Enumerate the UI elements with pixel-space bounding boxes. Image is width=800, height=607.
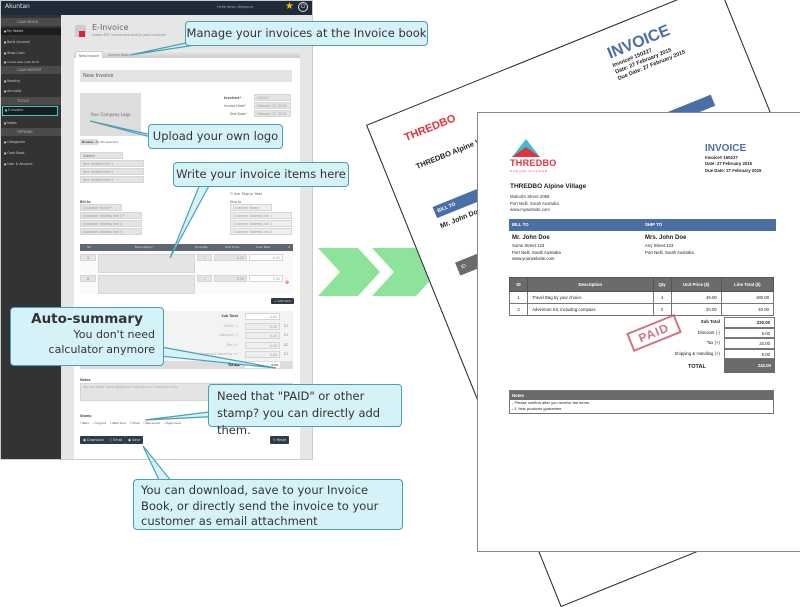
company-name: THREDBO Alpine Village bbox=[510, 183, 587, 190]
callout-write: Write your invoice items here bbox=[173, 162, 349, 187]
ship-address: Any Street 123 Port Neill, South Australi… bbox=[645, 243, 694, 256]
notes-line-2: - 1 Year products guarantee bbox=[512, 406, 562, 411]
table-cell: 40.00 bbox=[720, 303, 775, 316]
company-address: Malcolm Street 2058 Port Neill, South Aus… bbox=[510, 194, 559, 214]
chevron-1 bbox=[318, 248, 380, 296]
invoice-page-front: THREDBO ALPINE VILLAGE THREDBO Alpine Vi… bbox=[477, 112, 800, 552]
items-header-cell: Unit Price ($) bbox=[670, 277, 722, 292]
table-cell: 2 bbox=[508, 303, 529, 316]
items-header-cell: Line Total ($) bbox=[720, 277, 775, 292]
callout-download: You can download, save to your Invoice B… bbox=[133, 479, 403, 530]
paid-stamp: PAID bbox=[626, 314, 682, 352]
table-cell: 4 bbox=[652, 291, 672, 304]
invoice-meta: Invoice# 150227 Date: 27 February 2015 Due… bbox=[705, 155, 761, 174]
total-row-label: Tax (+) bbox=[706, 340, 720, 345]
grand-total-label: TOTAL bbox=[688, 364, 706, 370]
total-row-label: Sub Total bbox=[700, 319, 720, 324]
items-table-header: ID Description Qty Unit Price ($) Line Total… bbox=[508, 277, 775, 292]
items-header-cell: Description bbox=[527, 277, 654, 292]
notes-heading: Notes bbox=[510, 391, 773, 400]
total-row-value: 5.00 bbox=[724, 327, 775, 338]
callout-stamp: Need that "PAID" or other stamp? you can… bbox=[208, 384, 402, 437]
total-row-value: 220.00 bbox=[724, 317, 775, 328]
callout-upload: Upload your own logo bbox=[148, 124, 283, 149]
bill-line-3: www.yourwebsite.com bbox=[512, 256, 555, 261]
table-cell: 45.00 bbox=[670, 291, 722, 304]
pointer-download bbox=[142, 445, 174, 483]
ship-name: Mrs. John Doe bbox=[645, 235, 687, 241]
back-logo-text: THREDBO bbox=[402, 112, 458, 144]
callout-auto-summary: Auto-summary You don't need calculator a… bbox=[10, 307, 164, 366]
auto-summary-title: Auto-summary bbox=[31, 311, 143, 327]
invoice-due-date: Due Date: 27 February 2015 bbox=[705, 167, 762, 173]
total-row-value: 22.00 bbox=[724, 338, 775, 349]
company-line-3: www.mywebsite.com bbox=[510, 207, 550, 212]
ship-to-heading: SHIP TO bbox=[645, 222, 663, 227]
table-cell: 2 bbox=[652, 303, 672, 316]
total-row-value: 5.00 bbox=[724, 348, 775, 359]
total-row-label: Discount (-) bbox=[697, 329, 720, 335]
grand-total-value: 242.00 bbox=[724, 359, 775, 373]
items-header-cell: Qty bbox=[652, 277, 672, 292]
table-cell: 20.00 bbox=[670, 303, 722, 316]
table-row: 2 Adventure Kit, including compass 2 20.00 4… bbox=[508, 303, 775, 316]
table-cell: 1 bbox=[508, 291, 529, 304]
ship-line-2: Port Neill, South Australia bbox=[645, 249, 694, 255]
items-header-cell: ID bbox=[508, 277, 529, 292]
table-cell: Adventure Kit, including compass bbox=[527, 303, 654, 316]
logo-subtext: ALPINE VILLAGE bbox=[510, 169, 549, 173]
bill-address: Some Street 123 Port Neill, South Austral… bbox=[512, 243, 561, 263]
auto-summary-body: You don't need calculator anymore bbox=[48, 328, 155, 356]
callout-manage: Manage your invoices at the Invoice book bbox=[185, 21, 428, 46]
pointer-write bbox=[169, 183, 212, 259]
table-cell: 180.00 bbox=[720, 291, 775, 304]
pointer-auto bbox=[149, 344, 277, 369]
table-row: 1 Travel Bag by your choice 4 45.00 180.00 bbox=[508, 291, 775, 304]
bill-to-heading: BILL TO bbox=[512, 222, 529, 227]
notes-box: Notes - Please confirm after you receive… bbox=[509, 390, 774, 414]
items-table: ID Description Qty Unit Price ($) Line Total… bbox=[508, 277, 775, 316]
bill-ship-band: BILL TO SHIP TO bbox=[509, 219, 776, 231]
total-row-label: Shipping & Handling (+) bbox=[674, 350, 720, 356]
table-cell: Travel Bag by your choice bbox=[527, 291, 654, 304]
bill-name: Mr. John Doe bbox=[512, 235, 550, 241]
logo-text: THREDBO bbox=[510, 158, 557, 168]
invoice-title: INVOICE bbox=[705, 143, 747, 154]
